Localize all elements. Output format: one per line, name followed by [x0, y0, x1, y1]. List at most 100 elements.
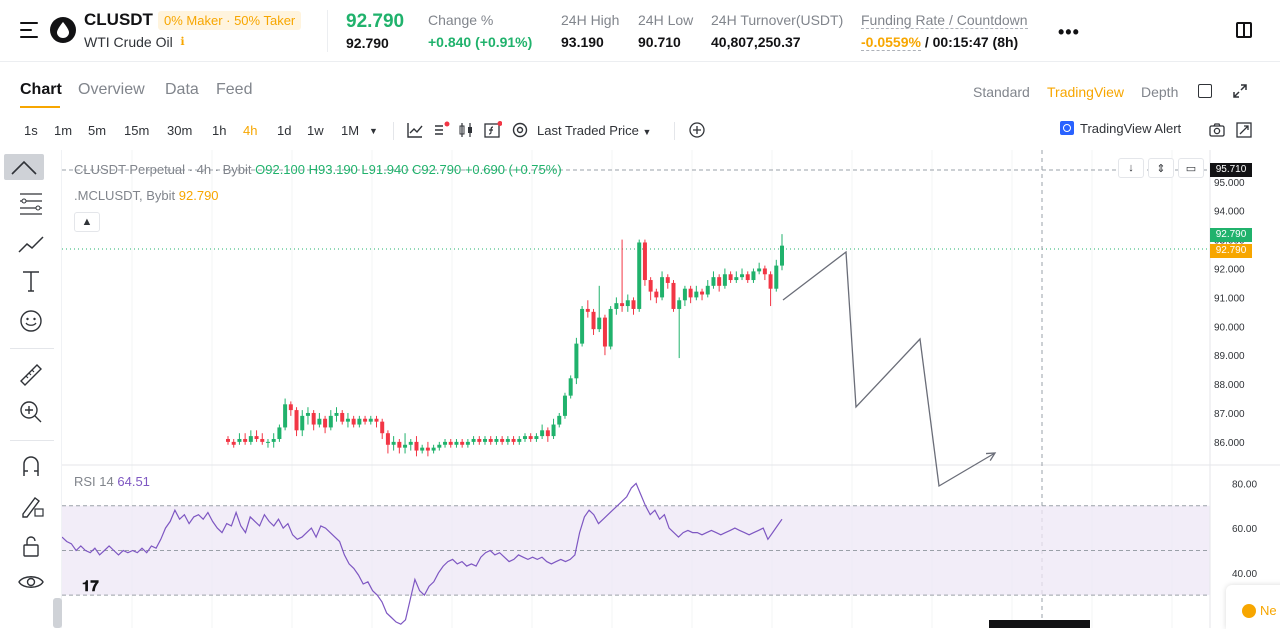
- info-icon[interactable]: ℹ: [177, 35, 188, 49]
- chart-area[interactable]: 95.00094.00093.00092.00091.00090.00089.0…: [62, 150, 1280, 628]
- tradingview-alert-button[interactable]: TradingView Alert: [1060, 121, 1181, 136]
- settings-icon[interactable]: [511, 121, 529, 139]
- legend-close: C92.790: [412, 162, 462, 177]
- scrollbar-handle[interactable]: [53, 598, 62, 628]
- candle-body: [534, 436, 539, 439]
- stat-change: Change % +0.840 (+0.91%): [428, 12, 532, 50]
- tradingview-logo[interactable]: 𝟏𝟕: [82, 578, 110, 598]
- function-icon[interactable]: [484, 121, 502, 139]
- more-icon[interactable]: •••: [1058, 22, 1080, 43]
- candle-body: [340, 412, 345, 422]
- eye-icon[interactable]: [17, 569, 45, 595]
- legend-high: H93.190: [308, 162, 358, 177]
- timeframe-30m[interactable]: 30m: [167, 123, 192, 138]
- cursor-cross-icon[interactable]: [4, 154, 44, 180]
- tab-overview[interactable]: Overview: [78, 81, 145, 99]
- stat-funding[interactable]: Funding Rate / Countdown -0.0559% / 00:1…: [861, 12, 1028, 51]
- view-tradingview[interactable]: TradingView: [1047, 84, 1124, 100]
- ruler-icon[interactable]: [17, 361, 45, 387]
- fullscreen-chart-icon[interactable]: [1235, 121, 1253, 139]
- news-icon: [1242, 604, 1256, 618]
- timeframe-1M[interactable]: 1M: [341, 123, 359, 138]
- candle-body: [654, 291, 659, 298]
- fullscreen-icon[interactable]: [1232, 83, 1248, 99]
- divider: [10, 348, 54, 349]
- compare-icon[interactable]: [432, 121, 450, 139]
- text-tool-icon[interactable]: [17, 268, 45, 294]
- candle-body: [751, 271, 756, 281]
- timeframe-dropdown-icon[interactable]: ▼: [369, 126, 378, 136]
- collapse-legend-button[interactable]: ▲: [74, 212, 100, 232]
- funding-countdown: / 00:15:47 (8h): [924, 34, 1019, 50]
- menu-icon[interactable]: [20, 22, 38, 38]
- emoji-icon[interactable]: [17, 308, 45, 334]
- ticker-header: CLUSDT 0% Maker · 50% Taker WTI Crude Oi…: [0, 0, 1280, 62]
- price-chart-canvas[interactable]: 95.00094.00093.00092.00091.00090.00089.0…: [62, 150, 1280, 628]
- view-depth[interactable]: Depth: [1141, 84, 1178, 100]
- timeframe-15m[interactable]: 15m: [124, 123, 149, 138]
- rsi-tick-label: 60.00: [1232, 524, 1257, 535]
- chart-toolbar: 1s 1m 5m 15m 30m 1h 4h 1d 1w 1M ▼ Last T…: [0, 116, 1280, 146]
- news-label: Ne: [1260, 603, 1277, 618]
- stat-24h-low: 24H Low 90.710: [638, 12, 693, 50]
- fib-retracement-icon[interactable]: [17, 190, 45, 216]
- zigzag-drawing: [782, 250, 996, 488]
- alarm-icon: [1060, 121, 1074, 135]
- tab-feed[interactable]: Feed: [216, 81, 252, 99]
- timeframe-5m[interactable]: 5m: [88, 123, 106, 138]
- candles-icon[interactable]: [457, 121, 475, 139]
- draw-lock-icon[interactable]: [17, 492, 45, 518]
- candle-body: [602, 317, 607, 347]
- candle-body: [660, 277, 665, 298]
- checkbox-icon[interactable]: [1198, 84, 1212, 98]
- view-standard[interactable]: Standard: [973, 84, 1030, 100]
- candle-body: [500, 438, 505, 442]
- maximize-pane-icon[interactable]: ▭: [1178, 158, 1204, 178]
- timeframe-1w[interactable]: 1w: [307, 123, 324, 138]
- candle-body: [408, 441, 413, 445]
- candle-body: [614, 303, 619, 309]
- trend-line-icon[interactable]: [17, 230, 45, 256]
- index-price-tag: 92.790: [1210, 244, 1252, 258]
- stat-24h-high: 24H High 93.190: [561, 12, 619, 50]
- indicator-icon[interactable]: [406, 121, 424, 139]
- magnet-icon[interactable]: [17, 453, 45, 479]
- timeframe-1h[interactable]: 1h: [212, 123, 226, 138]
- scroll-down-icon[interactable]: ↓: [1118, 158, 1144, 178]
- index-value: 92.790: [178, 188, 219, 203]
- zoom-in-icon[interactable]: [17, 399, 45, 425]
- news-button[interactable]: Ne: [1226, 585, 1280, 629]
- mark-price: 92.790: [346, 35, 389, 51]
- lock-icon[interactable]: [17, 533, 45, 559]
- candle-body: [248, 436, 253, 442]
- candle-body: [522, 436, 527, 439]
- tab-data[interactable]: Data: [165, 81, 199, 99]
- candle-body: [728, 274, 733, 281]
- candle-body: [637, 242, 642, 309]
- drawing-toolbar: [0, 150, 62, 628]
- candle-body: [403, 444, 408, 448]
- candle-body: [471, 438, 476, 442]
- tab-chart[interactable]: Chart: [20, 81, 62, 99]
- candle-body: [562, 395, 567, 416]
- candle-body: [380, 421, 385, 434]
- timeframe-4h[interactable]: 4h: [243, 123, 257, 138]
- timeframe-1s[interactable]: 1s: [24, 123, 38, 138]
- stat-label: 24H Turnover(USDT): [711, 12, 844, 28]
- price-source-select[interactable]: Last Traded Price ▼: [537, 123, 651, 138]
- candlesticks: [226, 234, 784, 457]
- symbol-name[interactable]: CLUSDT: [84, 10, 153, 30]
- add-icon[interactable]: [688, 121, 706, 139]
- user-drawing[interactable]: [782, 250, 997, 488]
- candle-body: [597, 317, 602, 330]
- candle-body: [688, 288, 693, 298]
- timeframe-1d[interactable]: 1d: [277, 123, 291, 138]
- candle-body: [505, 438, 510, 442]
- ohlc-legend: CLUSDT Perpetual · 4h · Bybit O92.100 H9…: [74, 162, 562, 177]
- camera-icon[interactable]: [1208, 121, 1226, 139]
- collapse-icon[interactable]: ⇕: [1148, 158, 1174, 178]
- rsi-panel: [62, 482, 1210, 625]
- book-icon[interactable]: [1236, 22, 1252, 38]
- candle-body: [517, 438, 522, 442]
- timeframe-1m[interactable]: 1m: [54, 123, 72, 138]
